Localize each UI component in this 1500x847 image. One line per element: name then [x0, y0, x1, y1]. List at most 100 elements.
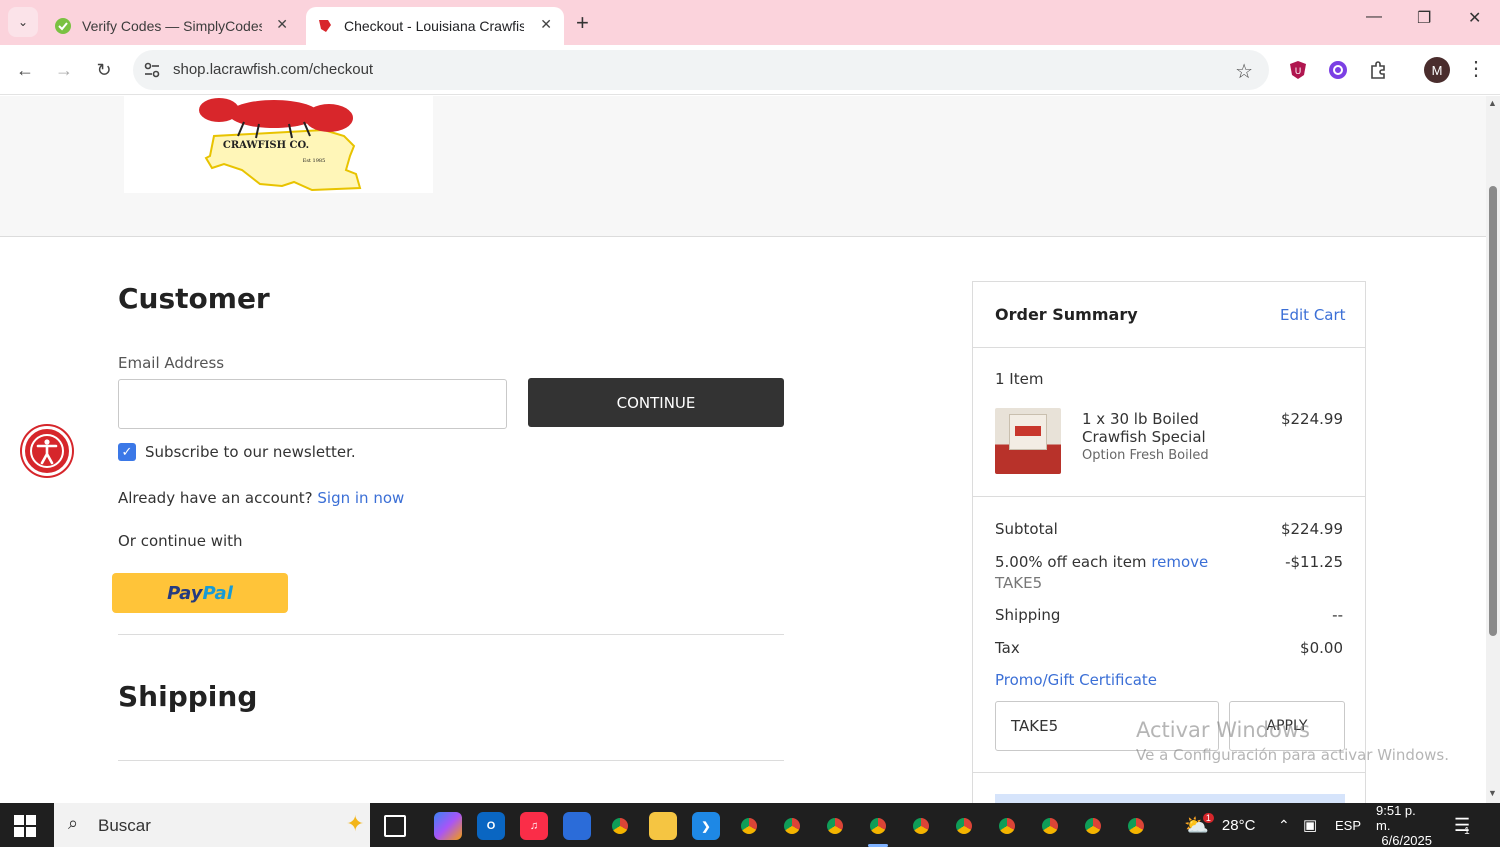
back-icon[interactable]: ←: [13, 58, 37, 82]
task-view-icon[interactable]: [384, 815, 406, 837]
vscode-icon[interactable]: ❯: [692, 812, 720, 840]
accessibility-icon[interactable]: [22, 426, 72, 476]
restore-icon[interactable]: ❐: [1417, 8, 1431, 28]
forward-icon[interactable]: →: [52, 58, 76, 82]
apple-music-icon[interactable]: ♫: [520, 812, 548, 840]
newsletter-label[interactable]: Subscribe to our newsletter.: [145, 443, 356, 461]
outlook-icon[interactable]: O: [477, 812, 505, 840]
windows-activation-text: Ve a Configuración para activar Windows.: [1136, 746, 1449, 764]
chrome-profile-icon[interactable]: [821, 812, 849, 840]
search-placeholder: Buscar: [98, 816, 151, 835]
chrome-profile-icon[interactable]: [950, 812, 978, 840]
product-thumbnail: [995, 408, 1061, 474]
windows-taskbar: ⌕ Buscar ✦ O ♫ ❯ ⛅ 1 28°C ⌃ ▣ ESP 9:51 p…: [0, 803, 1500, 847]
promo-code-value: TAKE5: [1011, 717, 1059, 735]
chrome-profile-icon[interactable]: [1122, 812, 1150, 840]
discount-code: TAKE5: [995, 574, 1043, 592]
edit-cart-link[interactable]: Edit Cart: [1280, 306, 1346, 324]
minimize-icon[interactable]: —: [1366, 8, 1382, 26]
file-explorer-icon[interactable]: [649, 812, 677, 840]
ublock-extension-icon[interactable]: U: [1286, 58, 1310, 82]
weather-badge: 1: [1202, 813, 1214, 823]
logo-brand-text: CRAWFISH CO.: [223, 140, 309, 151]
search-icon: ⌕: [68, 813, 79, 833]
svg-text:U: U: [1295, 67, 1302, 77]
chrome-profile-icon[interactable]: [907, 812, 935, 840]
tray-overflow-icon[interactable]: ⌃: [1278, 803, 1290, 847]
order-total-row: [995, 794, 1345, 803]
continue-button[interactable]: CONTINUE: [528, 378, 784, 427]
page-scrollbar[interactable]: ▲ ▼: [1486, 96, 1500, 803]
email-field[interactable]: [118, 379, 507, 429]
chrome-icon[interactable]: [606, 812, 634, 840]
tab-title: Checkout - Louisiana Crawfish Co: [344, 18, 524, 34]
summary-divider: [973, 496, 1365, 497]
discount-value: -$11.25: [1285, 553, 1343, 571]
site-info-icon[interactable]: [143, 61, 161, 79]
notification-count: 1: [1464, 825, 1470, 837]
subtotal-value: $224.99: [1280, 520, 1343, 538]
browser-toolbar: ← → ↻ shop.lacrawfish.com/checkout ☆ U M…: [0, 45, 1500, 95]
shipping-label: Shipping: [995, 606, 1061, 624]
section-divider: [118, 760, 784, 761]
page-viewport: CRAWFISH CO. Est 1985 Customer Email Add…: [0, 96, 1486, 803]
crawfish-favicon-icon: [319, 20, 331, 32]
close-window-icon[interactable]: ✕: [1468, 8, 1481, 28]
notifications-button[interactable]: ☰ 1: [1454, 803, 1470, 847]
weather-widget[interactable]: ⛅ 1 28°C: [1184, 803, 1255, 847]
purple-extension-icon[interactable]: [1326, 58, 1350, 82]
tab-search-button[interactable]: ⌄: [8, 7, 38, 37]
scroll-thumb[interactable]: [1489, 186, 1497, 636]
chrome-profile-icon[interactable]: [864, 812, 892, 840]
reload-icon[interactable]: ↻: [92, 58, 116, 82]
tab-simplycodes[interactable]: Verify Codes — SimplyCodes ✕: [46, 7, 300, 45]
ms-store-icon[interactable]: [563, 812, 591, 840]
scroll-up-icon[interactable]: ▲: [1488, 98, 1497, 108]
paypal-pay-text: Pay: [167, 582, 203, 604]
scroll-down-icon[interactable]: ▼: [1488, 788, 1497, 798]
more-menu-icon[interactable]: ⋮: [1466, 56, 1486, 81]
site-header: CRAWFISH CO. Est 1985: [0, 96, 1486, 237]
chrome-profile-icon[interactable]: [1079, 812, 1107, 840]
remove-discount-link[interactable]: remove: [1151, 553, 1208, 571]
promo-gift-link[interactable]: Promo/Gift Certificate: [995, 671, 1157, 689]
section-divider: [118, 634, 784, 635]
chevron-down-icon: ⌄: [17, 15, 29, 29]
address-bar[interactable]: shop.lacrawfish.com/checkout ☆: [133, 50, 1269, 90]
crawfish-logo[interactable]: CRAWFISH CO. Est 1985: [124, 96, 433, 193]
or-continue-label: Or continue with: [118, 532, 243, 550]
customer-heading: Customer: [118, 282, 270, 315]
chrome-profile-icon[interactable]: [778, 812, 806, 840]
order-summary-title: Order Summary: [995, 305, 1138, 324]
paypal-button[interactable]: Pay Pal: [112, 573, 288, 613]
clock[interactable]: 9:51 p. m. 6/6/2025: [1376, 803, 1432, 847]
crawfish-logo-graphic: CRAWFISH CO. Est 1985: [199, 98, 362, 192]
tab-strip: ⌄ Verify Codes — SimplyCodes ✕ Checkout …: [0, 0, 1500, 45]
tax-value: $0.00: [1300, 639, 1343, 657]
tab-checkout[interactable]: Checkout - Louisiana Crawfish Co ✕: [306, 7, 564, 45]
item-count: 1 Item: [995, 370, 1044, 388]
sign-in-link[interactable]: Sign in now: [317, 489, 404, 507]
network-icon[interactable]: ▣: [1303, 803, 1317, 847]
newsletter-checkbox[interactable]: ✓: [118, 443, 136, 461]
shipping-heading: Shipping: [118, 680, 258, 713]
windows-activation-title: Activar Windows: [1136, 718, 1310, 742]
chrome-profile-icon[interactable]: [1036, 812, 1064, 840]
chrome-profile-icon[interactable]: [993, 812, 1021, 840]
email-label: Email Address: [118, 354, 225, 372]
product-name: 1 x 30 lb Boiled Crawfish Special: [1082, 410, 1206, 446]
extensions-puzzle-icon[interactable]: [1366, 58, 1390, 82]
new-tab-icon[interactable]: +: [576, 10, 589, 36]
profile-avatar[interactable]: M: [1424, 57, 1450, 83]
simplycodes-favicon-icon: [55, 18, 71, 34]
chrome-profile-icon[interactable]: [735, 812, 763, 840]
bookmark-star-icon[interactable]: ☆: [1235, 59, 1253, 84]
close-tab-icon[interactable]: ✕: [540, 16, 552, 33]
close-tab-icon[interactable]: ✕: [276, 16, 288, 33]
logo-est-text: Est 1985: [303, 158, 326, 164]
product-option: Option Fresh Boiled: [1082, 448, 1209, 463]
language-indicator[interactable]: ESP: [1335, 803, 1361, 847]
windows-start-icon[interactable]: [14, 815, 36, 837]
copilot-app-icon[interactable]: [434, 812, 462, 840]
taskbar-search[interactable]: ⌕ Buscar ✦: [54, 803, 370, 847]
